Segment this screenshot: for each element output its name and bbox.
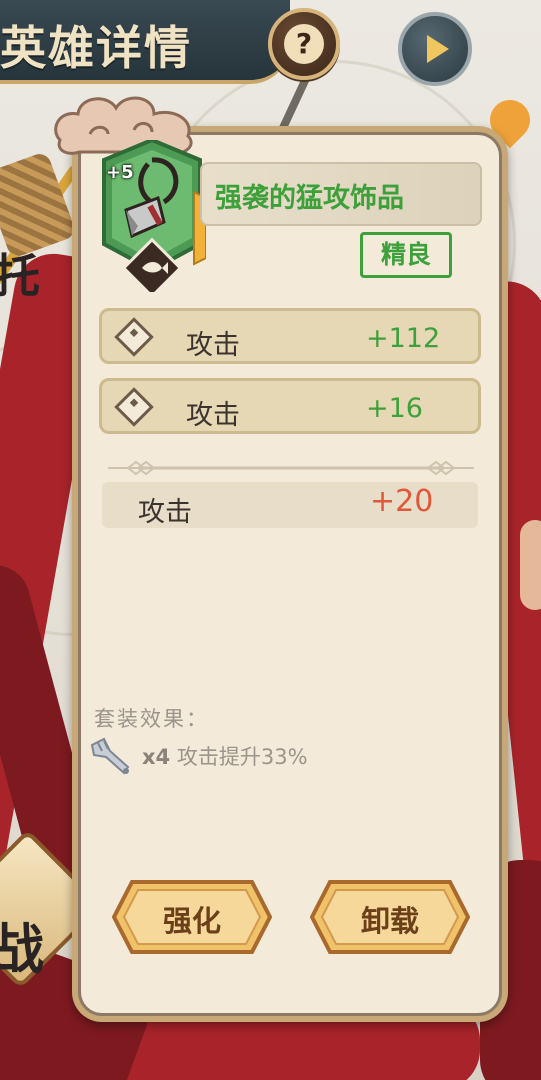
set-bonus-effect: x4 攻击提升33% [142, 741, 308, 771]
ornament-divider [108, 460, 474, 476]
set-bonus-title: 套装效果： [94, 707, 209, 731]
enhance-stat-row: 攻击 +20 [102, 482, 478, 528]
quality-badge: 精良 [360, 232, 452, 278]
stat-label: 攻击 [186, 330, 240, 361]
question-icon: ? [284, 24, 324, 64]
background-text-bottom: 战 [0, 918, 44, 981]
set-bonus-count: x4 [142, 745, 171, 769]
diamond-icon [114, 317, 154, 357]
play-icon [427, 35, 449, 63]
page-title: 英雄详情 [0, 21, 192, 75]
enhance-button-label: 强化 [162, 904, 221, 938]
item-level: +5 [106, 162, 134, 183]
stat-value: +112 [366, 323, 441, 354]
unequip-button-label: 卸载 [360, 904, 419, 938]
help-button[interactable]: ? [268, 8, 340, 80]
set-bonus-text: 攻击提升33% [176, 745, 308, 769]
item-name: 强袭的猛攻饰品 [215, 183, 404, 214]
stat-value: +16 [366, 393, 423, 424]
winged-sword-icon [90, 737, 130, 775]
unequip-button[interactable]: 卸载 [309, 878, 471, 956]
diamond-icon [114, 387, 154, 427]
play-button[interactable] [398, 12, 472, 86]
enhance-stat-value: +20 [370, 484, 434, 519]
stat-label: 攻击 [186, 400, 240, 431]
background-text-top: 托 [0, 249, 40, 303]
stat-row: 攻击 +112 [99, 308, 481, 364]
enhance-button[interactable]: 强化 [111, 878, 273, 956]
enhance-stat-label: 攻击 [138, 497, 192, 528]
stat-row: 攻击 +16 [99, 378, 481, 434]
